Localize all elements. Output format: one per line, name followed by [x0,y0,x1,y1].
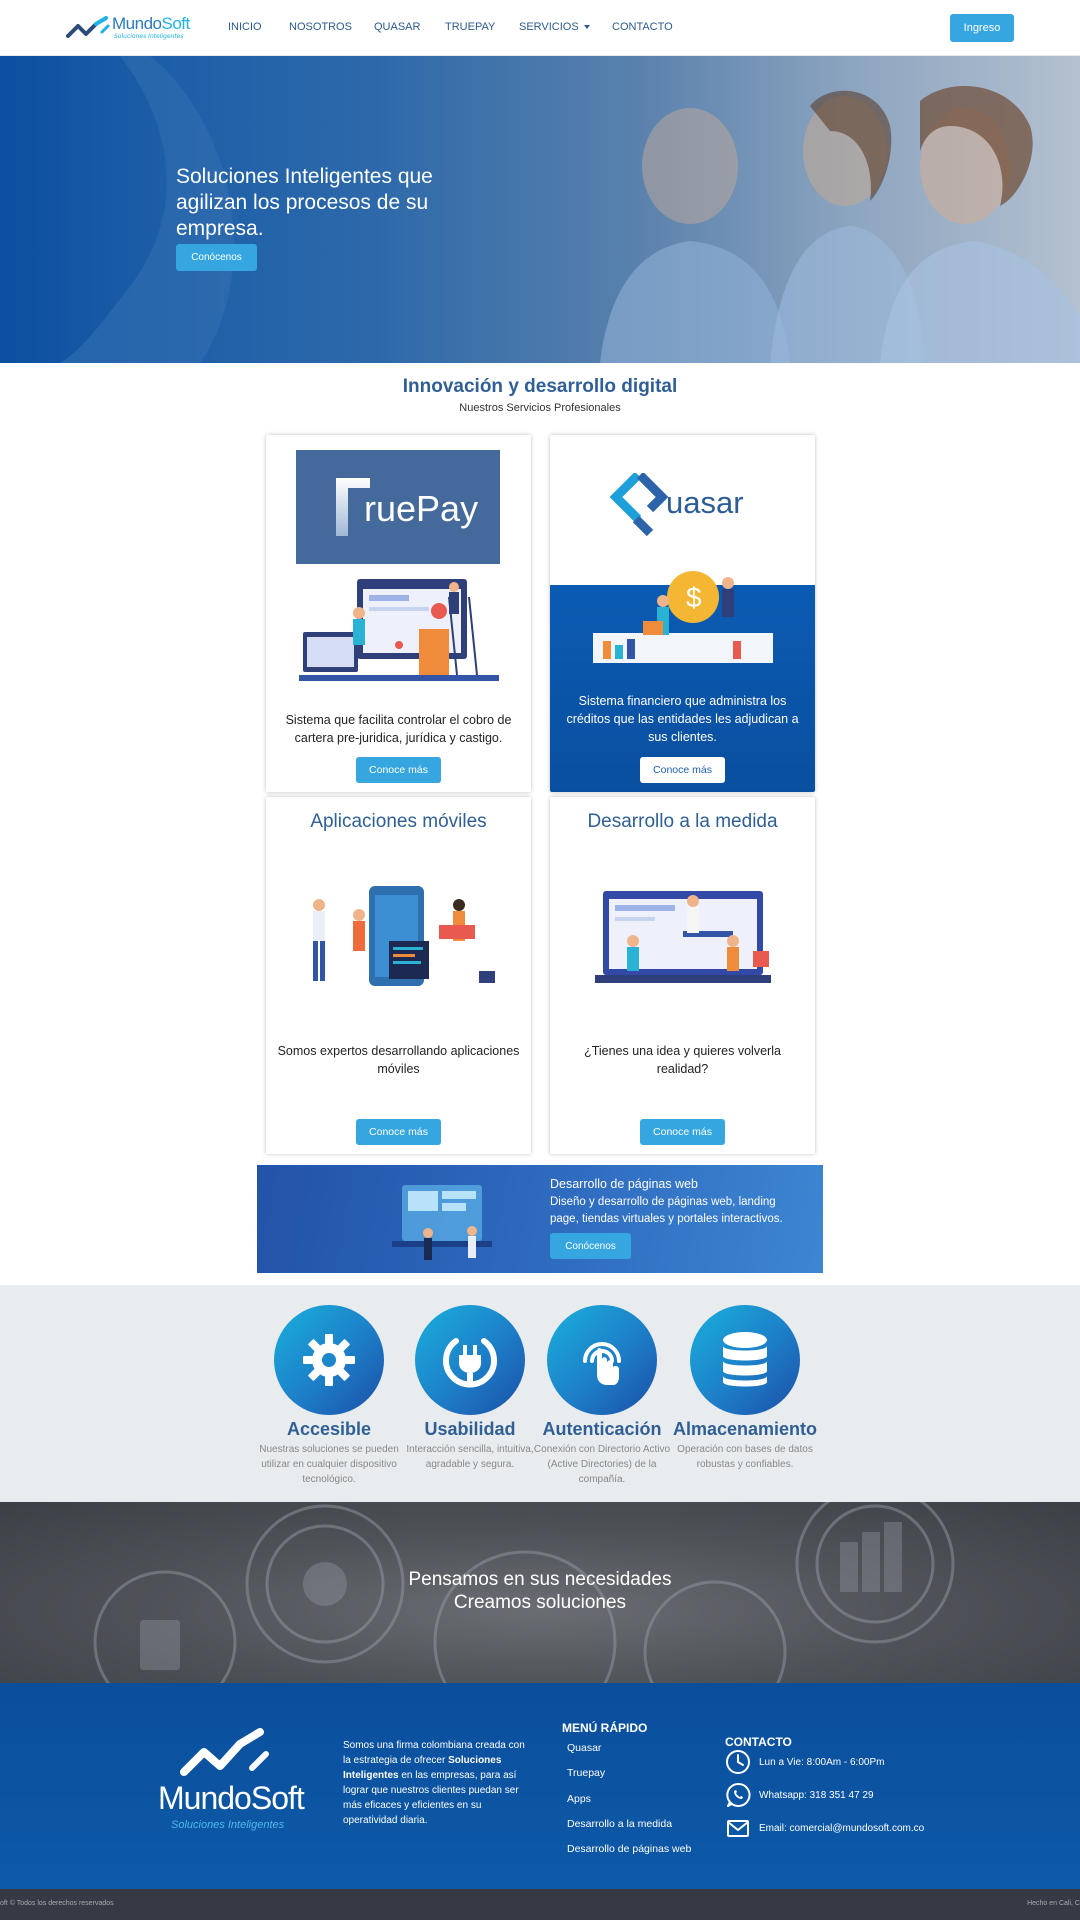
nav-nosotros[interactable]: NOSOTROS [289,21,352,33]
feature-almacenamiento-description: Operación con bases de datos robustas y … [677,1444,813,1470]
footer-about-text: Somos una firma colombiana creada con la… [343,1740,525,1826]
footer-contact-title: CONTACTO [725,1735,792,1749]
gear-icon [303,1334,355,1386]
top-navbar: MundoSoft Soluciones Inteligentes INICIO… [0,0,1080,56]
feature-accesible-circle [274,1305,384,1415]
custom-dev-heading: Desarrollo a la medida [587,811,778,832]
nav-inicio[interactable]: INICIO [228,21,262,33]
hero-banner: Soluciones Inteligentes que agilizan los… [0,56,1080,363]
needs-banner-text: Pensamos en sus necesidades Creamos solu… [0,1568,1080,1614]
footer-link-truepay[interactable]: Truepay [567,1767,605,1779]
footer-contact-whatsapp[interactable]: Whatsapp: 318 351 47 29 [725,1782,874,1808]
feature-accesible: Accesible Nuestras soluciones se pueden … [254,1305,404,1487]
needs-banner-line2: Creamos soluciones [453,1592,627,1613]
envelope-icon [727,1820,749,1837]
footer-logo[interactable]: MundoSoft Soluciones Inteligentes [158,1728,308,1831]
footer: MundoSoft Soluciones Inteligentes Somos … [0,1683,1080,1889]
svg-text:$: $ [686,582,702,613]
feature-almacenamiento: Almacenamiento Operación con bases de da… [670,1305,820,1472]
custom-dev-illustration [595,891,771,983]
footer-menu-title: MENÚ RÁPIDO [562,1721,648,1735]
whatsapp-icon [726,1782,751,1807]
footer-link-apps[interactable]: Apps [567,1793,591,1805]
feature-accesible-description: Nuestras soluciones se pueden utilizar e… [259,1444,399,1485]
footer-logo-wordmark: MundoSoft [158,1780,305,1816]
feature-usabilidad-circle [415,1305,525,1415]
footer-link-quasar[interactable]: Quasar [567,1742,601,1754]
nav-servicios-dropdown[interactable]: SERVICIOS [519,21,590,33]
quasar-q-icon [610,473,669,537]
feature-autenticacion-circle [547,1305,657,1415]
web-dev-illustration [392,1185,492,1260]
nav-servicios-label: SERVICIOS [519,21,579,33]
quasar-illustration: $ [593,571,773,663]
mundosoft-logo[interactable]: MundoSoft Soluciones Inteligentes [66,12,190,42]
feature-almacenamiento-circle [690,1305,800,1415]
nav-quasar[interactable]: QUASAR [374,21,420,33]
quasar-conoce-mas-button[interactable]: Conoce más [640,757,725,783]
needs-banner-line1: Pensamos en sus necesidades [408,1569,672,1590]
quasar-logo-text: uasar [666,485,744,520]
quasar-logo: uasar [610,473,760,537]
logo-wordmark: MundoSoft [112,14,190,33]
mobile-apps-description: Somos expertos desarrollando aplicacione… [277,1044,520,1076]
feature-autenticacion-title: Autenticación [542,1419,662,1439]
services-title: Innovación y desarrollo digital [402,376,678,397]
truepay-conoce-mas-button[interactable]: Conoce más [356,757,441,783]
web-dev-description: Diseño y desarrollo de páginas web, land… [550,1196,783,1225]
feature-usabilidad: Usabilidad Interacción sencilla, intuiti… [395,1305,545,1472]
database-icon [723,1332,767,1387]
services-subtitle: Nuestros Servicios Profesionales [459,402,621,414]
feature-autenticacion-description: Conexión con Directorio Activo (Active D… [533,1444,671,1485]
hero-title: Soluciones Inteligentes que agilizan los… [176,165,433,240]
mobile-apps-conoce-mas-button[interactable]: Conoce más [356,1119,441,1145]
mobile-apps-card: Aplicaciones móviles Somos expertos desa… [266,797,531,1154]
quasar-description: Sistema financiero que administra los cr… [566,694,799,744]
feature-autenticacion: Autenticación Conexión con Directorio Ac… [527,1305,677,1487]
clock-icon [726,1750,750,1774]
web-dev-conocenos-button[interactable]: Conócenos [550,1233,631,1259]
footer-contact-hours: Lun a Vie: 8:00Am - 6:00Pm [725,1749,884,1775]
plug-icon [443,1338,497,1388]
feature-accesible-title: Accesible [286,1419,372,1439]
truepay-logo: ruePay [296,450,500,564]
chevron-down-icon [583,25,590,30]
feature-usabilidad-description: Interacción sencilla, intuitiva, agradab… [406,1444,534,1470]
hero-conocenos-button[interactable]: Conócenos [176,244,257,271]
needs-banner: Pensamos en sus necesidades Creamos solu… [0,1502,1080,1683]
quasar-card: uasar $ Sistema financiero que administr… [550,435,815,792]
fingerprint-icon [583,1342,621,1385]
custom-dev-card: Desarrollo a la medida ¿Tienes una idea … [550,797,815,1154]
truepay-description: Sistema que facilita controlar el cobro … [285,713,512,745]
web-dev-title: Desarrollo de páginas web [550,1177,699,1191]
login-button[interactable]: Ingreso [950,14,1014,42]
custom-dev-description: ¿Tienes una idea y quieres volverla real… [584,1044,781,1076]
web-dev-banner: Desarrollo de páginas web Diseño y desar… [257,1165,823,1273]
hero-people-image [0,56,1080,363]
mobile-apps-illustration [313,886,495,986]
copyright-text: oft © Todos los derechos reservados [0,1900,114,1907]
feature-usabilidad-title: Usabilidad [424,1419,516,1439]
footer-hours-text: Lun a Vie: 8:00Am - 6:00Pm [759,1756,885,1768]
logo-mark-icon [66,16,110,38]
nav-truepay[interactable]: TRUEPAY [445,21,495,33]
footer-link-paginas-web[interactable]: Desarrollo de páginas web [567,1843,691,1855]
truepay-illustration [299,579,499,681]
footer-whatsapp-text: Whatsapp: 318 351 47 29 [759,1789,874,1801]
truepay-card: ruePay Sistema que facilita controlar el… [266,435,531,792]
custom-dev-conoce-mas-button[interactable]: Conoce más [640,1119,725,1145]
footer-email-text: Email: comercial@mundosoft.com.co [759,1822,925,1834]
footer-contact-email[interactable]: Email: comercial@mundosoft.com.co [725,1815,924,1841]
footer-logo-mark-icon [180,1728,269,1776]
logo-tagline: Soluciones Inteligentes [114,33,184,40]
made-in-text: Hecho en Cali, C [1027,1900,1080,1907]
nav-contacto[interactable]: CONTACTO [612,21,673,33]
truepay-logo-text: ruePay [364,488,479,529]
bottom-bar: oft © Todos los derechos reservados Hech… [0,1889,1080,1920]
feature-almacenamiento-title: Almacenamiento [672,1419,818,1439]
features-section: Accesible Nuestras soluciones se pueden … [0,1285,1080,1502]
footer-link-desarrollo-medida[interactable]: Desarrollo a la medida [567,1818,672,1830]
mobile-apps-heading: Aplicaciones móviles [310,811,487,832]
footer-logo-tagline: Soluciones Inteligentes [171,1819,285,1831]
